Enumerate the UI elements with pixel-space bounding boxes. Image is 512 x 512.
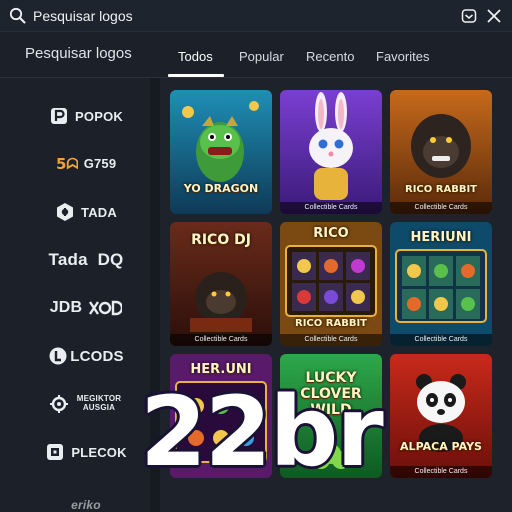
card-artwork — [390, 90, 492, 214]
header-row: Pesquisar logos Todos Popular Recento Fa… — [0, 32, 512, 78]
game-card[interactable]: RICO DJ Collectible Cards — [170, 222, 272, 346]
tab-recento[interactable]: Recento — [306, 49, 354, 64]
game-title: HER.UNI — [190, 362, 252, 377]
card-artwork — [390, 354, 492, 478]
game-card[interactable]: ALPACA PAYS Collectible Cards — [390, 354, 492, 478]
search-icon[interactable] — [9, 7, 26, 24]
tada-logo-icon — [57, 203, 74, 221]
provider-g759[interactable]: 5ᗣ G759 — [30, 148, 142, 178]
game-card[interactable]: Collectible Cards — [280, 90, 382, 214]
provider-tada[interactable]: TADA — [30, 197, 142, 227]
game-card[interactable]: YO DRAGON — [170, 90, 272, 214]
provider-lcods[interactable]: LCODS — [30, 341, 142, 371]
game-caption: Collectible Cards — [390, 202, 492, 214]
game-card[interactable]: RICO RICO RABBIT Collectible Cards — [280, 222, 382, 346]
game-title: YO DRAGON — [183, 182, 259, 195]
game-card[interactable]: RICO RABBIT Collectible Cards — [390, 90, 492, 214]
game-card[interactable]: HERIUNI Collectible Cards — [390, 222, 492, 346]
game-caption: Collectible Cards — [170, 334, 272, 346]
provider-jdb[interactable]: JDB — [30, 293, 142, 323]
game-title: RICO RABBIT — [405, 184, 477, 195]
provider-eriko[interactable]: eriko — [30, 490, 142, 512]
card-artwork — [280, 90, 382, 214]
game-title: RICO DJ — [191, 232, 251, 248]
active-tab-indicator — [168, 74, 224, 77]
provider-label: TADA — [81, 204, 117, 220]
game-title: HERIUNI — [410, 230, 472, 245]
svg-text:5ᗣ: 5ᗣ — [56, 155, 78, 173]
card-artwork — [170, 90, 272, 214]
provider-label: eriko — [71, 498, 101, 512]
game-caption: Collectible Cards — [280, 334, 382, 346]
game-caption: Collectible Cards — [280, 202, 382, 214]
tab-todos[interactable]: Todos — [178, 49, 213, 64]
provider-tada-dq[interactable]: Tada DQ — [30, 245, 142, 275]
jdb-logo-icon — [89, 300, 123, 316]
provider-label: Tada DQ — [48, 250, 124, 269]
game-caption: Collectible Cards — [390, 334, 492, 346]
provider-label: MEGIKTOR AUSGIA — [76, 394, 122, 412]
search-input[interactable] — [33, 5, 433, 27]
search-bar — [0, 0, 512, 32]
tab-favorites[interactable]: Favorites — [376, 49, 429, 64]
plecok-logo-icon — [47, 444, 64, 460]
watermark-overlay-text: 22br — [140, 376, 384, 488]
game-title: ALPACA PAYS — [400, 440, 482, 453]
provider-label: PLECOK — [71, 444, 127, 460]
megiktor-logo-icon — [50, 395, 68, 413]
sidebar-title: Pesquisar logos — [25, 45, 132, 62]
provider-plecok[interactable]: PLECOK — [30, 437, 142, 467]
provider-popok[interactable]: POPOK — [30, 101, 142, 131]
popok-logo-icon — [51, 108, 68, 124]
minimize-icon[interactable] — [461, 8, 477, 24]
game-title-short: RICO — [313, 226, 349, 241]
provider-label: LCODS — [70, 347, 124, 365]
game-caption: Collectible Cards — [390, 466, 492, 478]
tab-popular[interactable]: Popular — [239, 49, 284, 64]
close-icon[interactable] — [486, 8, 502, 24]
provider-label: JDB — [49, 299, 83, 316]
provider-megiktor[interactable]: MEGIKTOR AUSGIA — [30, 389, 142, 419]
lcods-logo-icon — [49, 347, 67, 365]
game-title: RICO RABBIT — [295, 318, 367, 329]
provider-label: G759 — [83, 155, 117, 171]
g759-logo-icon: 5ᗣ — [56, 155, 78, 173]
provider-label: POPOK — [75, 108, 123, 124]
